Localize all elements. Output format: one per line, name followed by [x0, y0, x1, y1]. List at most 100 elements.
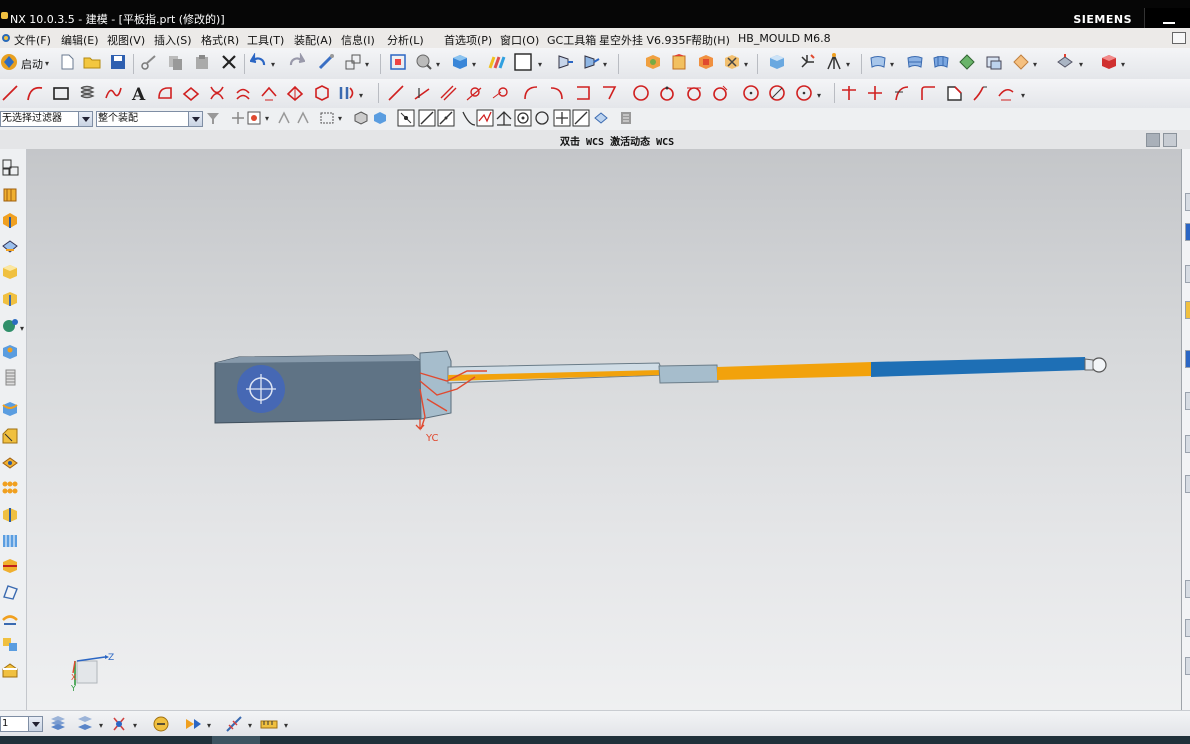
- type-filter-select[interactable]: 无选择过滤器: [0, 111, 93, 127]
- sew-dropdown-arrow[interactable]: ▾: [1033, 60, 1037, 69]
- menu-item-14[interactable]: HB_MOULD M6.8: [738, 32, 831, 45]
- graphics-window[interactable]: YC Z Y X: [27, 149, 1181, 710]
- ball-tip[interactable]: [1091, 357, 1107, 373]
- background-dropdown-arrow[interactable]: ▾: [538, 60, 542, 69]
- line-icon[interactable]: [1, 84, 19, 102]
- select-solid-icon[interactable]: [353, 110, 369, 126]
- trim-curve-icon[interactable]: [840, 84, 858, 102]
- menu-item-8[interactable]: 分析(L): [387, 32, 424, 48]
- render-style-dropdown-arrow[interactable]: ▾: [472, 60, 476, 69]
- wcs-dynamic-icon[interactable]: [825, 53, 843, 71]
- circle-full-icon[interactable]: [795, 84, 813, 102]
- view-triad-icon[interactable]: [582, 53, 600, 71]
- sketch-icon[interactable]: [2, 159, 19, 176]
- cylinder-icon[interactable]: [2, 291, 19, 308]
- assembly-navigator-icon[interactable]: [670, 53, 688, 71]
- menu-item-4[interactable]: 格式(R): [201, 32, 239, 48]
- arc-end-icon[interactable]: [600, 84, 618, 102]
- snap-pole-icon[interactable]: [617, 109, 635, 127]
- repeat-command-icon[interactable]: [317, 53, 335, 71]
- circle-dropdown-arrow[interactable]: ▾: [817, 91, 821, 100]
- edit-curve-dropdown-arrow[interactable]: ▾: [1021, 91, 1025, 100]
- menu-item-0[interactable]: 文件(F): [14, 32, 51, 48]
- pattern-feature-icon[interactable]: [2, 454, 19, 471]
- snap-control-point-icon[interactable]: [437, 109, 455, 127]
- move-to-layer-icon[interactable]: [76, 715, 94, 733]
- save-icon[interactable]: [109, 53, 127, 71]
- undo-icon[interactable]: [250, 53, 268, 71]
- fillet-curve-icon[interactable]: [919, 84, 937, 102]
- measure-dropdown-arrow[interactable]: ▾: [248, 721, 252, 730]
- rectangle-icon[interactable]: [52, 84, 70, 102]
- snap-circle-icon[interactable]: [533, 109, 551, 127]
- divide-curve-icon[interactable]: [866, 84, 884, 102]
- snap-quadrant-icon[interactable]: [495, 109, 513, 127]
- revolve-icon[interactable]: [2, 212, 19, 229]
- sew-icon[interactable]: [1012, 53, 1030, 71]
- through-curve-mesh-icon[interactable]: [932, 53, 950, 71]
- snap-existing-point-icon[interactable]: [553, 109, 571, 127]
- undo-dropdown-arrow[interactable]: ▾: [271, 60, 275, 69]
- display-dropdown-arrow[interactable]: ▾: [207, 721, 211, 730]
- surface-ruled-icon[interactable]: [869, 53, 887, 71]
- red-cube-icon[interactable]: [1100, 53, 1118, 71]
- edge-blend-icon[interactable]: [2, 401, 19, 418]
- trim-body-icon[interactable]: [2, 558, 19, 575]
- select-body-icon[interactable]: [295, 110, 311, 126]
- menu-item-6[interactable]: 装配(A): [294, 32, 332, 48]
- fit-view-icon[interactable]: [389, 53, 407, 71]
- measure-distance-icon[interactable]: [225, 715, 243, 733]
- selection-scope-select[interactable]: 整个装配: [96, 111, 203, 127]
- extract-curve-icon[interactable]: [286, 84, 304, 102]
- sphere-dropdown-arrow[interactable]: ▾: [20, 324, 24, 333]
- chamfer-icon[interactable]: [2, 428, 19, 445]
- shell-icon[interactable]: [2, 532, 19, 549]
- cue-close-icon[interactable]: [1146, 133, 1160, 147]
- layer-settings-icon[interactable]: [49, 715, 67, 733]
- menu-item-5[interactable]: 工具(T): [247, 32, 284, 48]
- offset-face-icon[interactable]: [1056, 53, 1074, 71]
- snap-on-surface-icon[interactable]: [592, 109, 610, 127]
- resource-tab-roles[interactable]: [1185, 580, 1190, 598]
- line-sketch-icon[interactable]: [387, 84, 405, 102]
- resource-tab-history[interactable]: [1185, 392, 1190, 410]
- select-region-dropdown-arrow[interactable]: ▾: [265, 114, 269, 123]
- start-label[interactable]: 启动: [21, 56, 43, 72]
- solid-dropdown-arrow[interactable]: ▾: [1121, 60, 1125, 69]
- draft-icon[interactable]: [2, 584, 19, 601]
- face-blend-icon[interactable]: [985, 53, 1003, 71]
- circle-point-icon[interactable]: [658, 84, 676, 102]
- select-face-icon[interactable]: [372, 110, 388, 126]
- wcs-icon[interactable]: [798, 53, 816, 71]
- intersection-curve-icon[interactable]: [208, 84, 226, 102]
- sphere-icon[interactable]: [2, 317, 19, 334]
- start-arrow[interactable]: ▾: [45, 59, 49, 68]
- wcs-dropdown-arrow[interactable]: ▾: [846, 60, 850, 69]
- new-file-icon[interactable]: [58, 53, 76, 71]
- blue-rod[interactable]: [871, 357, 1087, 377]
- bridge-curve-icon[interactable]: [338, 84, 356, 102]
- circle-tangent-two-icon[interactable]: [685, 84, 703, 102]
- orange-rod[interactable]: [717, 362, 872, 380]
- snap-tangent-icon[interactable]: [476, 109, 494, 127]
- extend-curve-icon[interactable]: [971, 84, 989, 102]
- snap-arc-center-icon[interactable]: [514, 109, 532, 127]
- resource-tab-roles-3[interactable]: [1185, 657, 1190, 675]
- arc-fillet-icon[interactable]: [574, 84, 592, 102]
- zoom-dropdown-arrow[interactable]: ▾: [436, 60, 440, 69]
- snap-midpoint-icon[interactable]: [418, 109, 436, 127]
- pattern-array-icon[interactable]: [2, 480, 19, 497]
- section-curve-icon[interactable]: [234, 84, 252, 102]
- snap-point-icon[interactable]: [230, 110, 246, 126]
- snap-endpoint-icon[interactable]: [397, 109, 415, 127]
- tangent-line-icon[interactable]: [465, 84, 483, 102]
- select-region-icon[interactable]: [246, 110, 262, 126]
- snap-on-curve-icon[interactable]: [572, 109, 590, 127]
- show-hide-icon[interactable]: [152, 715, 170, 733]
- surface-dropdown-arrow[interactable]: ▾: [890, 60, 894, 69]
- circle-tangent-icon[interactable]: [491, 84, 509, 102]
- n-sided-surface-icon[interactable]: [958, 53, 976, 71]
- project-curve-icon[interactable]: [182, 84, 200, 102]
- orient-view-icon[interactable]: [556, 53, 574, 71]
- cut-icon[interactable]: [140, 53, 158, 71]
